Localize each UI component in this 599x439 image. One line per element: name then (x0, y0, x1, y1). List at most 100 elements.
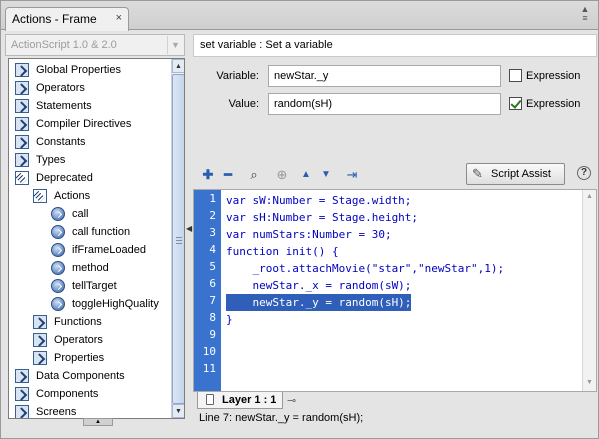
tree-item[interactable]: Types (9, 151, 169, 169)
tree-item-label: Statements (36, 100, 92, 112)
tree-item-label: call (72, 208, 89, 220)
action-circle-icon (51, 243, 65, 257)
close-icon[interactable]: × (116, 12, 122, 24)
script-assist-label: Script Assist (491, 168, 551, 180)
variable-field[interactable]: newStar._y (268, 65, 501, 87)
layer-tab-label: Layer 1 : 1 (222, 394, 277, 406)
tree-item-label: Actions (54, 190, 91, 202)
code-line[interactable]: var numStars:Number = 30; (226, 226, 392, 243)
action-circle-icon (51, 225, 65, 239)
find-icon[interactable]: ⌕ (245, 166, 263, 184)
tree-item[interactable]: Functions (9, 313, 169, 331)
tree-item[interactable]: Operators (9, 331, 169, 349)
line-number: 9 (209, 328, 216, 341)
actions-toolbox: ActionScript 1.0 & 2.0 ▼ Global Properti… (5, 34, 185, 427)
line-number: 5 (209, 260, 216, 273)
tree-item-label: toggleHighQuality (72, 298, 159, 310)
tree-item[interactable]: Actions (9, 187, 169, 205)
show-code-hint-icon[interactable]: ⇥ (343, 166, 361, 184)
code-line[interactable]: _root.attachMovie("star","newStar",1); (226, 260, 504, 277)
move-down-icon[interactable]: ▼ (317, 166, 335, 184)
book-closed-icon (15, 153, 29, 167)
value-label: Value: (228, 98, 259, 110)
code-line[interactable]: var sW:Number = Stage.width; (226, 192, 411, 209)
tree-item[interactable]: Properties (9, 349, 169, 367)
code-line[interactable]: } (226, 311, 233, 328)
collapse-arrow-icon[interactable]: ◀ (186, 224, 192, 233)
tree-item[interactable]: Operators (9, 79, 169, 97)
panel-menu-icon[interactable]: ▲ ≡ (578, 5, 592, 25)
magic-wand-icon: ✎ (472, 166, 483, 181)
pane-splitter[interactable]: ◀ (185, 34, 193, 427)
tree-item[interactable]: Global Properties (9, 61, 169, 79)
value-expression-checkbox[interactable] (509, 97, 522, 110)
tree-item[interactable]: tellTarget (9, 277, 169, 295)
help-icon[interactable]: ? (577, 166, 591, 180)
version-select-value: ActionScript 1.0 & 2.0 (11, 39, 117, 51)
tree-item-label: Operators (54, 334, 103, 346)
code-line[interactable]: var sH:Number = Stage.height; (226, 209, 418, 226)
book-closed-icon (15, 387, 29, 401)
tree-item-label: tellTarget (72, 280, 117, 292)
tree-item-label: call function (72, 226, 131, 238)
book-closed-icon (15, 99, 29, 113)
variable-expression-checkbox[interactable] (509, 69, 522, 82)
scroll-up-arrow[interactable]: ▲ (172, 59, 184, 73)
tab-actions-frame[interactable]: Actions - Frame × (5, 7, 129, 31)
value-field[interactable]: random(sH) (268, 93, 501, 115)
tree-item[interactable]: method (9, 259, 169, 277)
code-line[interactable]: function init() { (226, 243, 339, 260)
pin-script-icon[interactable]: ⊸ (287, 394, 296, 407)
tree-item[interactable]: call function (9, 223, 169, 241)
tree-item-label: Functions (54, 316, 102, 328)
tree-item-label: Data Components (36, 370, 125, 382)
target-path-icon[interactable]: ⊕ (273, 166, 291, 184)
actions-panel: Actions - Frame × ▲ ≡ ActionScript 1.0 & … (0, 0, 599, 439)
tree-item[interactable]: Constants (9, 133, 169, 151)
scroll-up-arrow[interactable]: ▲ (586, 193, 593, 200)
code-editor[interactable]: 1 2 3 4 5 6 7 8 9 10 11 var sW:Number = Stage.widt… (193, 189, 597, 392)
book-closed-icon (33, 315, 47, 329)
tree-item[interactable]: Compiler Directives (9, 115, 169, 133)
scroll-down-arrow[interactable]: ▼ (172, 404, 184, 418)
tree-item[interactable]: toggleHighQuality (9, 295, 169, 313)
line-number: 8 (209, 311, 216, 324)
actionscript-version-select[interactable]: ActionScript 1.0 & 2.0 ▼ (5, 34, 185, 56)
line-number: 11 (202, 362, 216, 375)
tree-item[interactable]: Screens (9, 403, 169, 418)
tab-layer-1[interactable]: Layer 1 : 1 (197, 392, 283, 409)
delete-item-icon[interactable]: ━ (219, 166, 237, 184)
panel-tab-bar: Actions - Frame × ▲ ≡ (1, 1, 598, 31)
tree-item[interactable]: Deprecated (9, 169, 169, 187)
code-line[interactable]: newStar._y = random(sH); (226, 294, 412, 311)
tree-item[interactable]: Data Components (9, 367, 169, 385)
scroll-thumb[interactable] (172, 74, 184, 404)
tree-item[interactable]: Statements (9, 97, 169, 115)
script-assist-button[interactable]: ✎ Script Assist (466, 163, 565, 185)
tree-item[interactable]: Components (9, 385, 169, 403)
script-navigator-tabs: Layer 1 : 1 ⊸ (193, 392, 597, 409)
book-closed-icon (33, 333, 47, 347)
line-number-gutter: 1 2 3 4 5 6 7 8 9 10 11 (194, 190, 221, 391)
tree-scrollbar[interactable]: ▲ ▼ (171, 59, 184, 418)
script-pane: set variable : Set a variable Variable: … (193, 34, 597, 427)
toolbox-resize-handle[interactable]: ▲ (83, 418, 113, 426)
editor-scrollbar[interactable]: ▲ ▼ (582, 190, 596, 391)
line-number: 10 (202, 345, 216, 358)
book-closed-icon (33, 351, 47, 365)
variable-expression-label: Expression (526, 70, 581, 82)
book-closed-icon (15, 81, 29, 95)
tree-item-label: Operators (36, 82, 85, 94)
chevron-down-icon[interactable]: ▼ (167, 36, 183, 54)
tree-item-label: Deprecated (36, 172, 93, 184)
move-up-icon[interactable]: ▲ (297, 166, 315, 184)
tree-item[interactable]: ifFrameLoaded (9, 241, 169, 259)
action-circle-icon (51, 261, 65, 275)
frame-script-icon (206, 394, 214, 405)
scroll-down-arrow[interactable]: ▼ (586, 379, 593, 386)
code-line[interactable]: newStar._x = random(sW); (226, 277, 411, 294)
tree-item[interactable]: call (9, 205, 169, 223)
add-item-icon[interactable]: ✚ (199, 166, 217, 184)
tree-item-label: method (72, 262, 109, 274)
book-closed-icon (15, 405, 29, 418)
